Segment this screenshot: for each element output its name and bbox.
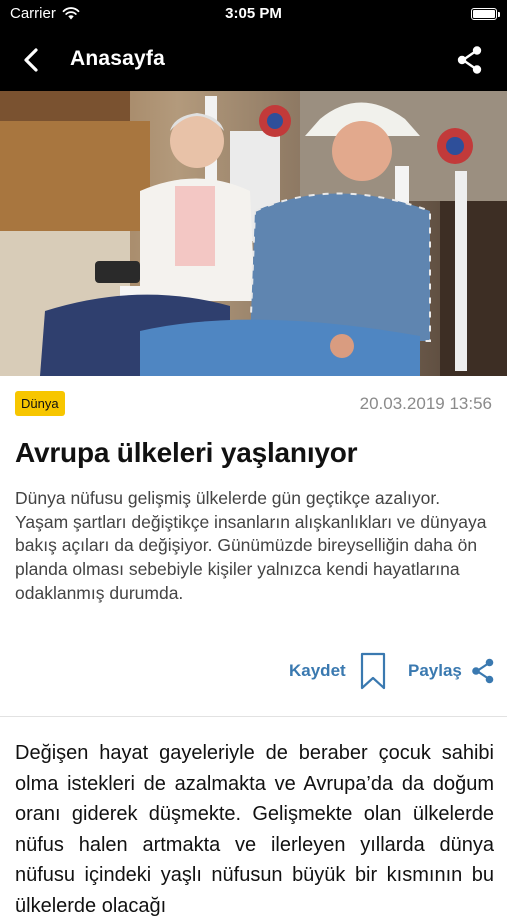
section-divider xyxy=(0,716,507,717)
share-icon xyxy=(472,658,494,684)
back-chevron-icon xyxy=(24,48,38,72)
save-label: Kaydet xyxy=(289,661,346,680)
article-summary: Dünya nüfusu gelişmiş ülkelerde gün geçt… xyxy=(15,488,487,603)
navigation-bar: Anasayfa xyxy=(0,28,507,91)
nav-title: Anasayfa xyxy=(70,47,165,70)
nav-share-button[interactable] xyxy=(455,44,485,76)
bookmark-icon xyxy=(360,652,385,690)
status-bar: Carrier 3:05 PM xyxy=(0,0,507,28)
save-button[interactable]: Kaydet xyxy=(289,652,386,690)
back-button[interactable] xyxy=(14,44,48,76)
share-label: Paylaş xyxy=(408,661,462,680)
battery-icon xyxy=(471,8,500,20)
category-badge[interactable]: Dünya xyxy=(15,391,65,416)
article-date: 20.03.2019 13:56 xyxy=(359,394,492,413)
hero-illustration xyxy=(0,91,507,376)
article-headline: Avrupa ülkeleri yaşlanıyor xyxy=(15,437,358,468)
status-time: 3:05 PM xyxy=(225,5,282,22)
article-body: Değişen hayat gayeleriyle de beraber çoc… xyxy=(15,742,494,917)
share-button[interactable]: Paylaş xyxy=(408,652,496,690)
article-hero-image xyxy=(0,91,507,376)
share-icon xyxy=(457,46,482,74)
